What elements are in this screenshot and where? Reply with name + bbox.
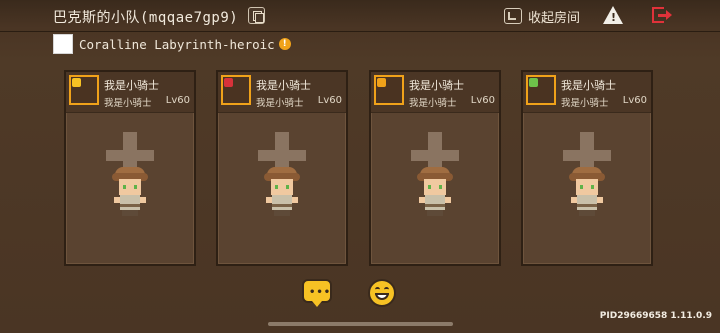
player-name: 我是小骑士	[561, 79, 616, 92]
knight-sprite	[567, 167, 607, 219]
player-card-4[interactable]: 我是小骑士 我是小骑士 Lv60	[521, 70, 653, 266]
rank-badge-icon	[224, 78, 233, 87]
rank-badge-icon	[72, 78, 81, 87]
knight-sprite	[262, 167, 302, 219]
avatar	[526, 75, 556, 105]
player-subname: 我是小骑士	[256, 98, 304, 109]
player-subname: 我是小骑士	[561, 98, 609, 109]
player-card-2[interactable]: 我是小骑士 我是小骑士 Lv60	[216, 70, 348, 266]
player-subname: 我是小骑士	[104, 98, 152, 109]
player-name: 我是小骑士	[409, 79, 464, 92]
mode-checkbox[interactable]	[53, 34, 73, 54]
avatar	[221, 75, 251, 105]
team-title: 巴克斯的小队(mqqae7gp9)	[53, 10, 239, 26]
collapse-room-label: 收起房间	[528, 10, 581, 26]
home-indicator[interactable]	[268, 322, 453, 326]
player-level: Lv60	[470, 95, 495, 106]
player-level: Lv60	[165, 95, 190, 106]
mode-label: Coralline Labyrinth-heroic	[79, 36, 275, 52]
avatar	[374, 75, 404, 105]
mode-row: Coralline Labyrinth-heroic !	[53, 34, 291, 54]
player-card-3[interactable]: 我是小骑士 我是小骑士 Lv60	[369, 70, 501, 266]
header-divider	[0, 31, 720, 32]
player-level: Lv60	[317, 95, 342, 106]
copy-icon[interactable]	[248, 7, 265, 24]
player-card-1[interactable]: 我是小骑士 我是小骑士 Lv60	[64, 70, 196, 266]
warning-icon[interactable]: !	[603, 6, 623, 24]
top-bar: 巴克斯的小队(mqqae7gp9) 收起房间 !	[0, 0, 720, 32]
collapse-icon	[504, 8, 522, 24]
player-subname: 我是小骑士	[409, 98, 457, 109]
player-name: 我是小骑士	[104, 79, 159, 92]
info-icon[interactable]: !	[278, 38, 291, 50]
player-name: 我是小骑士	[256, 79, 311, 92]
knight-sprite	[415, 167, 455, 219]
smile-emote-icon[interactable]	[368, 279, 396, 307]
chat-bubble-icon[interactable]: •••	[302, 279, 332, 307]
avatar	[69, 75, 99, 105]
player-level: Lv60	[622, 95, 647, 106]
rank-badge-icon	[377, 78, 386, 87]
build-info: PID29669658 1.11.0.9	[599, 311, 712, 321]
collapse-room-button[interactable]: 收起房间	[504, 6, 580, 26]
knight-sprite	[110, 167, 150, 219]
exit-icon[interactable]	[652, 6, 672, 26]
rank-badge-icon	[529, 78, 538, 87]
chat-dots: •••	[309, 287, 332, 298]
